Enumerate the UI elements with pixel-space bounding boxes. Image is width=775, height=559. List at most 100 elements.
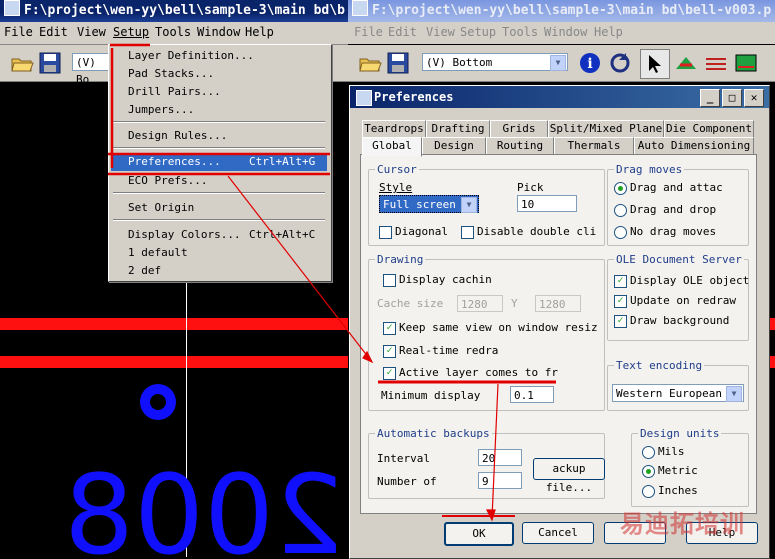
tab-routing[interactable]: Routing xyxy=(486,137,554,154)
ole-server-group: OLE Document Server ✓ Display OLE object… xyxy=(607,253,749,341)
tab-split-mixed-plane[interactable]: Split/Mixed Plane xyxy=(548,120,664,137)
menu-file[interactable]: File xyxy=(4,25,33,39)
display-ole-checkbox[interactable]: ✓ xyxy=(614,275,627,288)
cancel-button[interactable]: Cancel xyxy=(522,522,594,544)
open-folder-icon[interactable] xyxy=(358,51,382,75)
menu-tools[interactable]: Tools xyxy=(502,25,538,39)
menu-item-pad-stacks[interactable]: Pad Stacks... xyxy=(111,65,327,83)
menu-edit[interactable]: Edit xyxy=(388,25,417,39)
backup-file-button[interactable]: ackup file... xyxy=(533,458,605,494)
text-encoding-select[interactable]: Western European ▼ xyxy=(612,384,744,402)
select-tool-button[interactable] xyxy=(640,49,670,79)
realtime-redraw-checkbox[interactable]: ✓ xyxy=(383,345,396,358)
cache-y-field[interactable]: 1280 xyxy=(535,295,581,312)
cache-x-field[interactable]: 1280 xyxy=(457,295,503,312)
display-caching-checkbox[interactable] xyxy=(383,274,396,287)
menu-view[interactable]: View xyxy=(426,25,455,39)
menu-separator xyxy=(113,147,325,149)
menu-window[interactable]: Window xyxy=(197,25,240,39)
layer-tool-icon[interactable] xyxy=(674,51,698,75)
menu-item-display-colors[interactable]: Display Colors... Ctrl+Alt+C xyxy=(111,226,327,244)
save-icon[interactable] xyxy=(386,51,410,75)
minimum-display-field[interactable]: 0.1 xyxy=(510,386,554,403)
pcb-trace-2 xyxy=(0,356,348,368)
menu-setup[interactable]: Setup xyxy=(460,25,496,39)
pick-field[interactable]: 10 xyxy=(517,195,577,212)
menu-separator xyxy=(113,192,325,194)
right-toolbar: (V) Bottom ▼ i xyxy=(348,45,775,82)
interval-field[interactable]: 20 xyxy=(478,449,522,466)
layer-select[interactable]: (V) Bottom ▼ xyxy=(422,53,568,71)
disable-double-click-label: Disable double cli xyxy=(477,225,597,238)
tab-design[interactable]: Design xyxy=(422,137,486,154)
menu-item-default[interactable]: 1 default xyxy=(111,244,327,262)
close-button[interactable]: ✕ xyxy=(744,89,764,107)
minimize-button[interactable]: _ xyxy=(700,89,720,107)
layer-select-value: (V) Bottom xyxy=(426,56,493,69)
cache-size-label: Cache size xyxy=(377,297,444,310)
menu-setup[interactable]: Setup xyxy=(113,25,149,39)
no-drag-label: No drag moves xyxy=(630,225,717,238)
info-icon[interactable]: i xyxy=(578,51,602,75)
open-folder-icon[interactable] xyxy=(10,51,34,75)
mils-radio[interactable] xyxy=(642,446,655,459)
inches-radio[interactable] xyxy=(642,485,655,498)
menu-tools[interactable]: Tools xyxy=(155,25,191,39)
menu-item-def[interactable]: 2 def xyxy=(111,262,327,280)
tab-drafting[interactable]: Drafting xyxy=(426,120,490,137)
maximize-button[interactable]: □ xyxy=(722,89,742,107)
draw-background-checkbox[interactable]: ✓ xyxy=(614,315,627,328)
menu-help[interactable]: Help xyxy=(245,25,274,39)
keep-same-view-checkbox[interactable]: ✓ xyxy=(383,322,396,335)
global-tab-panel: Cursor Style Full screen ▼ Pick 10 Diagon… xyxy=(360,154,757,514)
metric-radio[interactable] xyxy=(642,465,655,478)
menu-item-jumpers[interactable]: Jumpers... xyxy=(111,101,327,119)
route-tool-icon[interactable] xyxy=(704,51,728,75)
drawing-group: Drawing Display cachin Cache size 1280 Y… xyxy=(368,253,605,411)
preferences-dialog: Preferences _ □ ✕ Teardrops Drafting Gri… xyxy=(349,85,770,559)
no-drag-radio[interactable] xyxy=(614,226,627,239)
tab-global[interactable]: Global xyxy=(362,137,422,157)
menu-item-drill-pairs[interactable]: Drill Pairs... xyxy=(111,83,327,101)
drag-drop-label: Drag and drop xyxy=(630,203,717,216)
menu-item-eco-prefs[interactable]: ECO Prefs... xyxy=(111,172,327,190)
menu-item-preferences[interactable]: Preferences... Ctrl+Alt+G xyxy=(111,153,327,171)
menu-item-set-origin[interactable]: Set Origin xyxy=(111,199,327,217)
menu-help[interactable]: Help xyxy=(594,25,623,39)
menu-edit[interactable]: Edit xyxy=(39,25,68,39)
layer-select[interactable]: (V) Bo xyxy=(72,53,112,86)
chevron-down-icon: ▼ xyxy=(726,386,742,402)
realtime-redraw-label: Real-time redra xyxy=(399,344,499,357)
refresh-icon[interactable] xyxy=(608,51,632,75)
update-redraw-checkbox[interactable]: ✓ xyxy=(614,295,627,308)
drag-attach-radio[interactable] xyxy=(614,182,627,195)
cursor-style-select[interactable]: Full screen ▼ xyxy=(379,195,479,213)
cache-y-label: Y xyxy=(511,297,518,310)
dialog-title: Preferences xyxy=(374,90,454,104)
tab-die-component[interactable]: Die Component xyxy=(664,120,754,137)
menu-view[interactable]: View xyxy=(77,25,106,39)
tab-auto-dimensioning[interactable]: Auto Dimensioning xyxy=(634,137,754,154)
menu-file[interactable]: File xyxy=(354,25,383,39)
number-of-field[interactable]: 9 xyxy=(478,472,522,489)
drag-drop-radio[interactable] xyxy=(614,204,627,217)
pcb-pad-hole xyxy=(150,394,166,410)
board-tool-icon[interactable] xyxy=(734,51,758,75)
ok-button[interactable]: OK xyxy=(444,522,514,546)
save-icon[interactable] xyxy=(38,51,62,75)
cursor-style-value: Full screen xyxy=(383,198,456,211)
design-units-title: Design units xyxy=(638,427,722,440)
tab-teardrops[interactable]: Teardrops xyxy=(362,120,426,137)
right-menu-bar: File Edit View Setup Tools Window Help xyxy=(348,22,775,44)
diagonal-checkbox[interactable] xyxy=(379,226,392,239)
disable-double-click-checkbox[interactable] xyxy=(461,226,474,239)
tab-grids[interactable]: Grids xyxy=(490,120,548,137)
tab-thermals[interactable]: Thermals xyxy=(554,137,634,154)
menu-separator xyxy=(113,219,325,221)
menu-window[interactable]: Window xyxy=(544,25,587,39)
menu-item-design-rules[interactable]: Design Rules... xyxy=(111,127,327,145)
active-layer-checkbox[interactable]: ✓ xyxy=(383,367,396,380)
text-encoding-group: Text encoding Western European ▼ xyxy=(607,359,749,411)
right-title-bar: F:\project\wen-yy\bell\sample-3\main bd\… xyxy=(348,0,775,22)
menu-item-layer-definition[interactable]: Layer Definition... xyxy=(111,47,327,65)
